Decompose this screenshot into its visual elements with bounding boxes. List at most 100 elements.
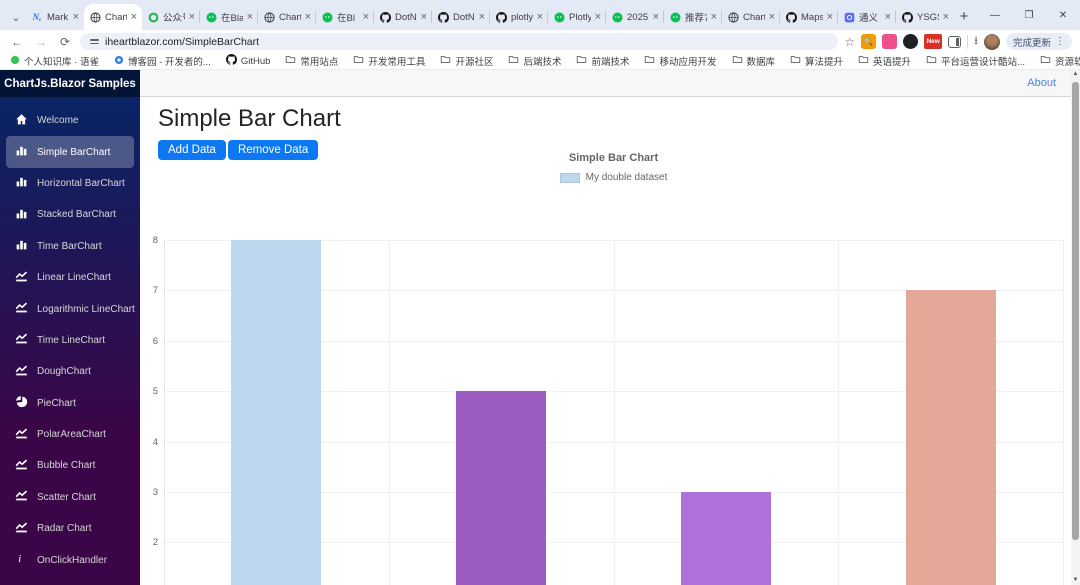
tab-close-icon[interactable]: × [131, 12, 137, 23]
bookmark-item[interactable]: 开源社区 [440, 54, 493, 68]
browser-menu-icon[interactable]: ⋮ [1055, 36, 1065, 47]
address-bar[interactable]: iheartblazor.com/SimpleBarChart [80, 33, 838, 50]
reload-icon[interactable]: ⟳ [56, 35, 74, 49]
scroll-down-icon[interactable]: ▼ [1071, 576, 1080, 585]
scrollbar-thumb[interactable] [1072, 82, 1079, 540]
bookmark-item[interactable]: 平台运营设计酷站... [926, 54, 1025, 68]
tab-label: Plotly [569, 12, 591, 23]
page-body: ChartJs.Blazor Samples WelcomeSimple Bar… [0, 70, 1080, 585]
tab-close-icon[interactable]: × [421, 12, 427, 23]
sidebar-item-bubble-chart[interactable]: Bubble Chart [6, 450, 134, 481]
tab-close-icon[interactable]: × [305, 12, 311, 23]
close-button[interactable]: ✕ [1046, 10, 1080, 21]
browser-tab[interactable]: 通义× [838, 4, 896, 30]
sidebar-item-logarithmic-linechart[interactable]: Logarithmic LineChart [6, 293, 134, 324]
browser-tab[interactable]: plotly× [490, 4, 548, 30]
browser-tab[interactable]: DotN× [374, 4, 432, 30]
extension-pink-icon[interactable] [882, 34, 897, 49]
update-chip[interactable]: 完成更新 ⋮ [1006, 33, 1072, 50]
bookmark-item[interactable]: GitHub [226, 54, 271, 68]
bookmark-item[interactable]: 博客园 - 开发者的... [114, 54, 211, 68]
sidebar-item-stacked-barchart[interactable]: Stacked BarChart [6, 199, 134, 230]
tab-close-icon[interactable]: × [73, 12, 79, 23]
about-link[interactable]: About [1027, 77, 1056, 89]
bookmark-item[interactable]: 资源软件下载 [1040, 54, 1080, 68]
y-axis-tick-label: 4 [138, 437, 158, 448]
tab-search-chevron-icon[interactable]: ⌄ [6, 4, 26, 30]
sidebar-item-time-linechart[interactable]: Time LineChart [6, 325, 134, 356]
bookmark-item[interactable]: 开发常用工具 [353, 54, 425, 68]
legend-label: My double dataset [586, 172, 668, 183]
bookmark-star-icon[interactable]: ☆ [844, 35, 855, 49]
bookmark-item[interactable]: 英语提升 [858, 54, 911, 68]
downloads-icon[interactable]: ⭳ [974, 32, 978, 51]
browser-tab[interactable]: 2025× [606, 4, 664, 30]
browser-tab[interactable]: Maps× [780, 4, 838, 30]
site-settings-icon[interactable] [90, 39, 99, 44]
maximize-button[interactable]: ❐ [1012, 10, 1046, 21]
tab-close-icon[interactable]: × [479, 12, 485, 23]
back-icon[interactable]: ← [8, 35, 26, 49]
tab-close-icon[interactable]: × [653, 12, 659, 23]
sidebar-item-onclickhandler[interactable]: iOnClickHandler [6, 544, 134, 575]
minimize-button[interactable]: — [978, 10, 1012, 21]
sidebar-item-time-barchart[interactable]: Time BarChart [6, 231, 134, 262]
tab-close-icon[interactable]: × [885, 12, 891, 23]
tab-close-icon[interactable]: × [247, 12, 253, 23]
browser-tab[interactable]: DotN× [432, 4, 490, 30]
bookmark-item[interactable]: 前端技术 [576, 54, 629, 68]
tab-close-icon[interactable]: × [595, 12, 601, 23]
sidebar-item-welcome[interactable]: Welcome [6, 105, 134, 136]
extension-search-icon[interactable]: 🔍 [861, 34, 876, 49]
browser-tab[interactable]: Chart× [258, 4, 316, 30]
sidebar-item-piechart[interactable]: PieChart [6, 388, 134, 419]
new-tab-button[interactable]: + [952, 4, 976, 28]
globe-favicon-icon [263, 11, 275, 23]
bookmark-item[interactable]: 算法提升 [790, 54, 843, 68]
sidebar-item-polarareachart[interactable]: PolarAreaChart [6, 419, 134, 450]
side-panel-icon[interactable] [948, 36, 961, 48]
browser-tab[interactable]: N,Mark× [26, 4, 84, 30]
info-icon: i [15, 552, 28, 568]
tab-close-icon[interactable]: × [189, 12, 195, 23]
browser-tab[interactable]: Chart× [84, 4, 142, 30]
browser-tab[interactable]: 公众号× [142, 4, 200, 30]
tab-close-icon[interactable]: × [537, 12, 543, 23]
folder-icon [285, 54, 296, 68]
bookmark-label: 数据库 [747, 54, 776, 68]
bookmark-item[interactable]: 数据库 [732, 54, 776, 68]
sidebar-item-horizontal-barchart[interactable]: Horizontal BarChart [6, 168, 134, 199]
extension-new-badge-icon[interactable]: New [924, 34, 942, 49]
profile-avatar[interactable] [984, 34, 1000, 50]
browser-tab[interactable]: Plotly × [548, 4, 606, 30]
scroll-up-icon[interactable]: ▲ [1071, 70, 1080, 79]
bookmark-item[interactable]: 移动应用开发 [644, 54, 716, 68]
bookmark-item[interactable]: 后端技术 [508, 54, 561, 68]
tab-label: YSGS [917, 12, 939, 23]
extension-dark-icon[interactable] [903, 34, 918, 49]
chart-legend[interactable]: My double dataset [164, 172, 1063, 183]
tab-close-icon[interactable]: × [943, 12, 949, 23]
browser-tab[interactable]: YSGS × [896, 4, 954, 30]
page-scrollbar[interactable]: ▲ ▼ [1071, 70, 1080, 585]
browser-tab[interactable]: Chart× [722, 4, 780, 30]
sidebar-item-doughchart[interactable]: DoughChart [6, 356, 134, 387]
globe-favicon-icon [89, 11, 101, 23]
tab-close-icon[interactable]: × [711, 12, 717, 23]
tab-close-icon[interactable]: × [827, 12, 833, 23]
browser-tab[interactable]: 在Bl× [316, 4, 374, 30]
forward-icon[interactable]: → [32, 35, 50, 49]
bookmark-item[interactable]: 常用站点 [285, 54, 338, 68]
bookmark-item[interactable]: 个人知识库 · 语雀 [10, 54, 99, 68]
sidebar-item-simple-barchart[interactable]: Simple BarChart [6, 136, 134, 167]
sidebar-item-radar-chart[interactable]: Radar Chart [6, 513, 134, 544]
bar-icon [15, 175, 28, 191]
browser-tab[interactable]: 推荐7× [664, 4, 722, 30]
tab-close-icon[interactable]: × [363, 12, 369, 23]
browser-toolbar: ← → ⟳ iheartblazor.com/SimpleBarChart ☆ … [0, 30, 1080, 53]
bookmark-label: 移动应用开发 [659, 54, 716, 68]
browser-tab[interactable]: 在Bla× [200, 4, 258, 30]
sidebar-item-linear-linechart[interactable]: Linear LineChart [6, 262, 134, 293]
tab-close-icon[interactable]: × [769, 12, 775, 23]
sidebar-item-scatter-chart[interactable]: Scatter Chart [6, 482, 134, 513]
